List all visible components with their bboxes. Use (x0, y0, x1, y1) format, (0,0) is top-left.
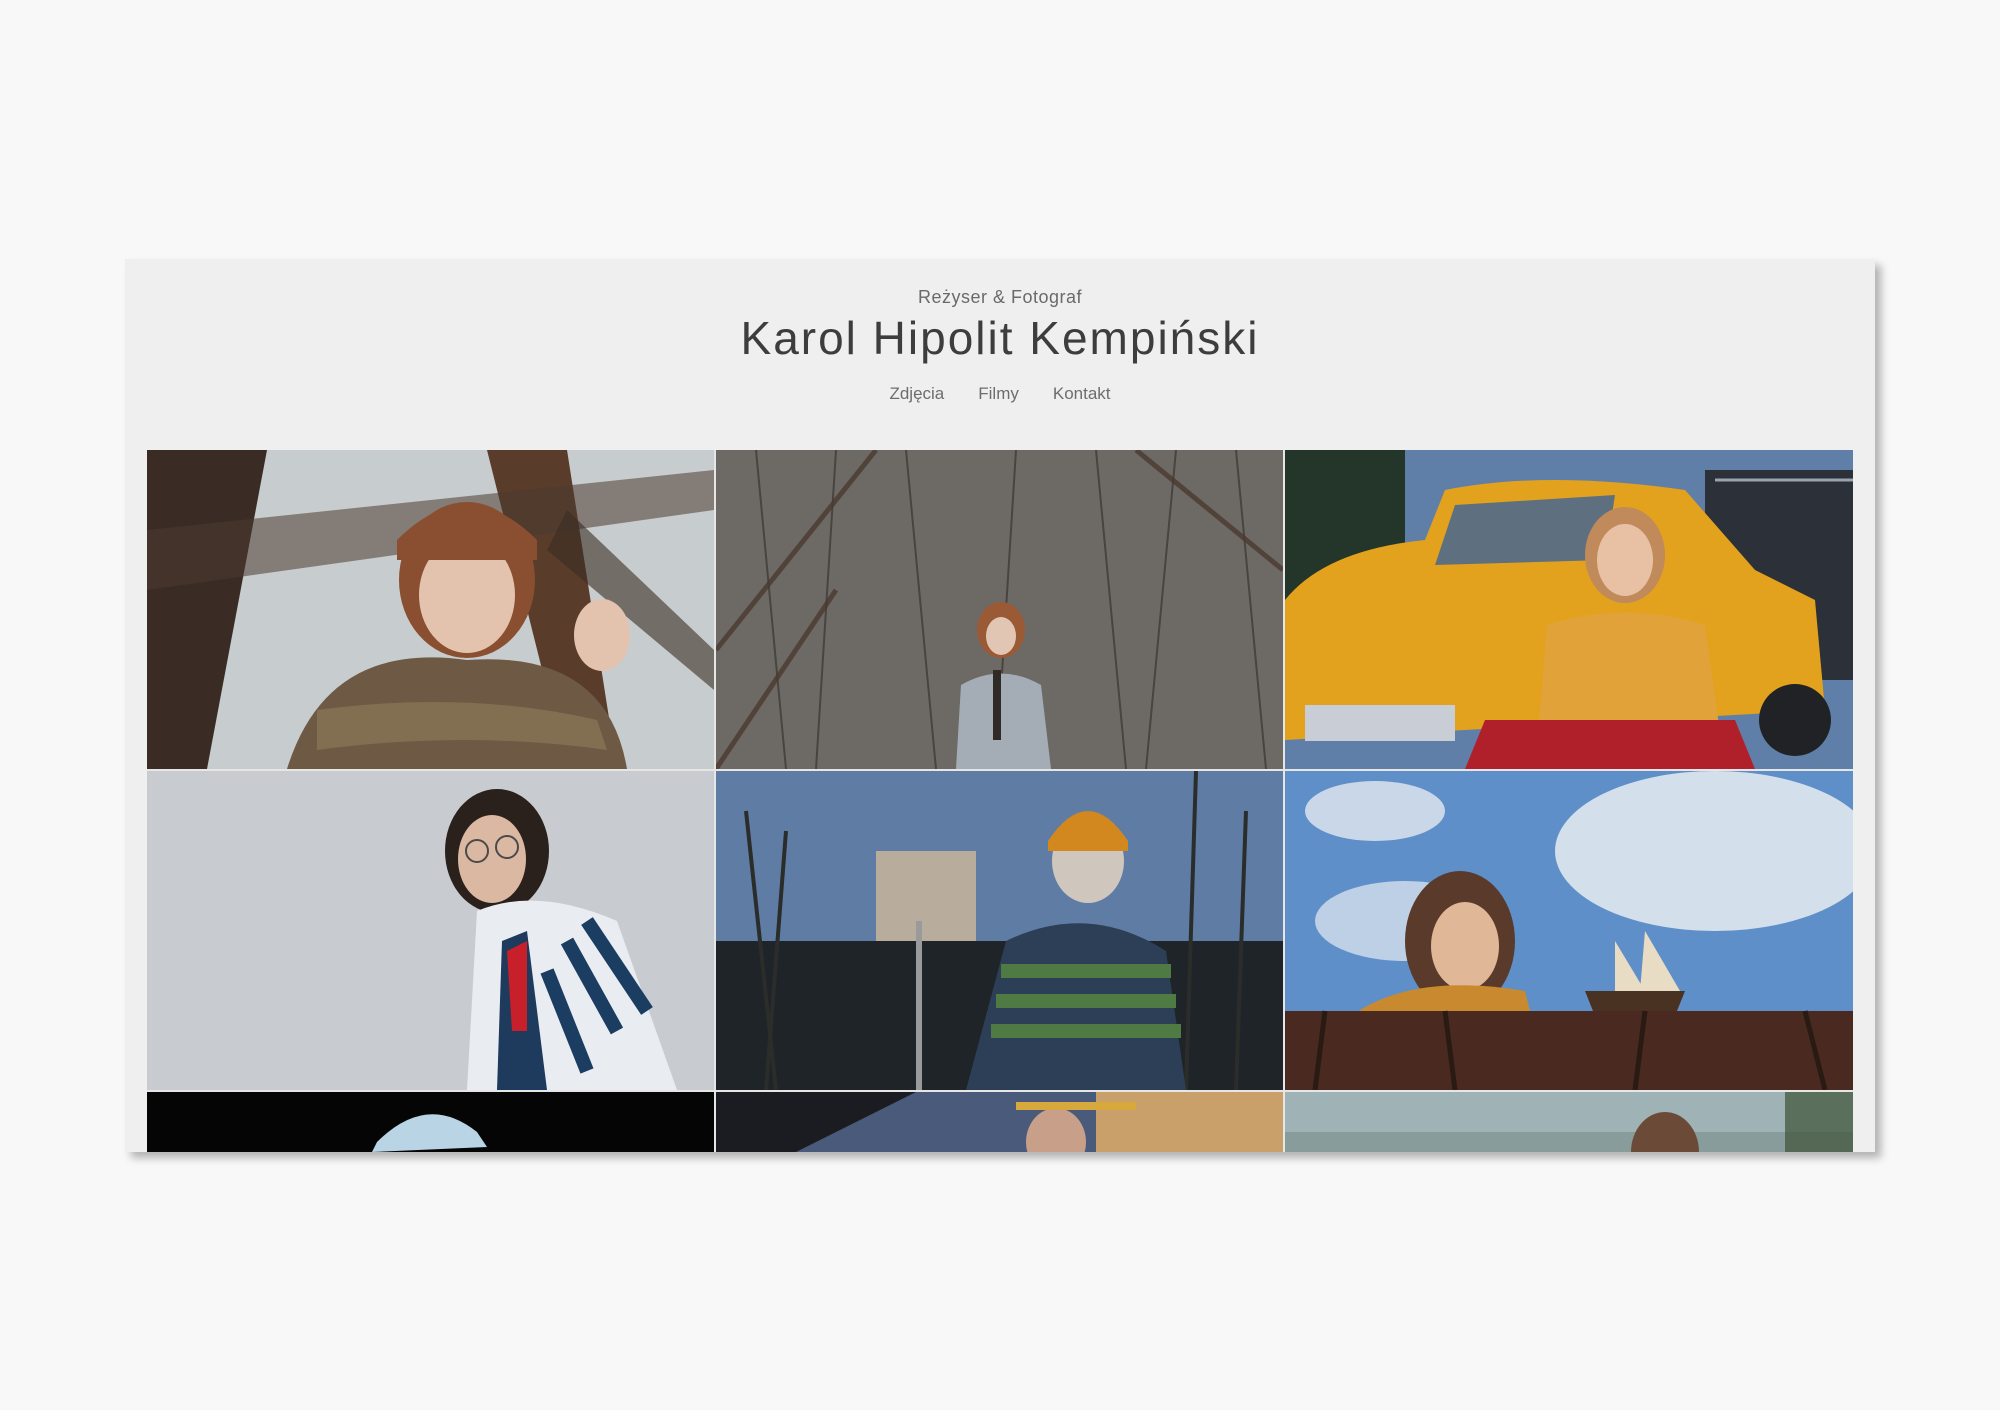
site-title[interactable]: Karol Hipolit Kempiński (125, 311, 1875, 365)
photo-girl-by-wall[interactable] (716, 450, 1283, 769)
photo-person-glasses-jacket[interactable] (147, 771, 714, 1090)
photo-woman-landscape[interactable] (1285, 1092, 1853, 1152)
site-subtitle: Reżyser & Fotograf (917, 287, 1083, 307)
nav-item-zdjecia[interactable]: Zdjęcia (889, 384, 944, 404)
main-nav: Zdjęcia Filmy Kontakt (125, 384, 1875, 404)
nav-item-filmy[interactable]: Filmy (978, 384, 1019, 404)
photo-woman-yellow-car[interactable] (1285, 450, 1853, 769)
photo-grid (147, 450, 1853, 1152)
photo-woman-ship-model[interactable] (1285, 771, 1853, 1090)
photo-person-cap-dark[interactable] (147, 1092, 714, 1152)
nav-item-kontakt[interactable]: Kontakt (1053, 384, 1111, 404)
photo-man-sunglasses[interactable] (716, 1092, 1283, 1152)
website-card: Reżyser & Fotograf Karol Hipolit Kempińs… (125, 259, 1875, 1152)
photo-girl-in-tree[interactable] (147, 450, 714, 769)
photo-person-basketball-hoop[interactable] (716, 771, 1283, 1090)
